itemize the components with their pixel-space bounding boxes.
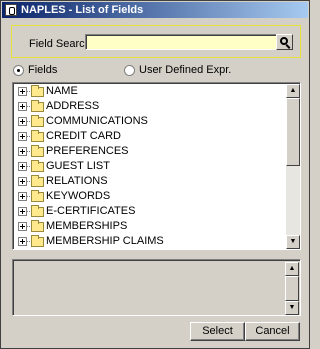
folder-icon <box>31 130 44 142</box>
tree-item[interactable]: CREDIT CARD <box>15 129 285 144</box>
list-of-fields-window: NAPLES - List of Fields Field Search Fie… <box>0 0 310 349</box>
folder-icon <box>31 175 44 187</box>
folder-icon <box>31 205 44 217</box>
tree-item-label: E-CERTIFICATES <box>46 205 136 217</box>
tree-item[interactable]: GUEST LIST <box>15 159 285 174</box>
fields-radio-label: Fields <box>28 64 58 76</box>
tree-item[interactable]: PREFERENCES <box>15 144 285 159</box>
tree-scrollbar[interactable]: ▲ ▼ <box>286 84 300 249</box>
expand-icon[interactable] <box>18 237 27 246</box>
description-scrollbar[interactable]: ▲ ▼ <box>285 262 299 315</box>
desc-scroll-thumb[interactable] <box>285 276 299 301</box>
tree-item[interactable]: ADDRESS <box>15 99 285 114</box>
desc-scroll-down-button[interactable]: ▼ <box>285 301 299 315</box>
folder-icon <box>31 220 44 232</box>
tree-item[interactable]: RELATIONS <box>15 174 285 189</box>
folder-icon <box>31 160 44 172</box>
tree-item[interactable]: KEYWORDS <box>15 189 285 204</box>
expand-icon[interactable] <box>18 177 27 186</box>
tree-item-label: KEYWORDS <box>46 190 111 202</box>
tree-item[interactable]: NAME <box>15 84 285 99</box>
folder-icon <box>31 235 44 247</box>
tree-item-label: MEMBERSHIP CLAIMS <box>46 235 164 247</box>
tree-item-label: MEMBERSHIPS <box>46 220 128 232</box>
tree-item[interactable]: COMMUNICATIONS <box>15 114 285 129</box>
field-search-label: Field Search <box>29 38 91 50</box>
expand-icon[interactable] <box>18 147 27 156</box>
field-search-input[interactable] <box>85 34 277 50</box>
user-defined-radio[interactable] <box>124 64 135 76</box>
cancel-button[interactable]: Cancel <box>245 322 300 341</box>
expand-icon[interactable] <box>18 87 27 96</box>
scroll-up-button[interactable]: ▲ <box>286 84 300 98</box>
expand-icon[interactable] <box>18 132 27 141</box>
field-search-group: Field Search <box>11 25 301 58</box>
tree-list: NAME ADDRESS COMMUNICATIONS CREDIT CARD PREF… <box>15 84 285 249</box>
expand-icon[interactable] <box>18 162 27 171</box>
tree-item[interactable]: E-CERTIFICATES <box>15 204 285 219</box>
expand-icon[interactable] <box>18 207 27 216</box>
fields-radio[interactable] <box>13 64 24 76</box>
fields-radio-option[interactable]: Fields <box>13 64 57 77</box>
tree-item-label: PREFERENCES <box>46 145 129 157</box>
folder-icon <box>31 100 44 112</box>
tree-item-label: CREDIT CARD <box>46 130 121 142</box>
tree-item-label: COMMUNICATIONS <box>46 115 148 127</box>
tree-item-label: ADDRESS <box>46 100 100 112</box>
tree-item-label: NAME <box>46 85 78 97</box>
folder-icon <box>31 190 44 202</box>
tree-item-label: RELATIONS <box>46 175 108 187</box>
tree-item-label: GUEST LIST <box>46 160 110 172</box>
user-defined-radio-option[interactable]: User Defined Expr. <box>124 64 231 77</box>
expand-icon[interactable] <box>18 222 27 231</box>
search-button[interactable] <box>276 34 293 50</box>
window-title: NAPLES - List of Fields <box>21 4 144 16</box>
scroll-thumb[interactable] <box>286 98 300 166</box>
expand-icon[interactable] <box>18 117 27 126</box>
tree-item[interactable]: MEMBERSHIPS <box>15 219 285 234</box>
desc-scroll-up-button[interactable]: ▲ <box>285 262 299 276</box>
title-bar[interactable]: NAPLES - List of Fields <box>2 2 308 18</box>
scroll-down-button[interactable]: ▼ <box>286 235 300 249</box>
expand-icon[interactable] <box>18 102 27 111</box>
description-box[interactable]: ▲ ▼ <box>12 259 301 316</box>
tree-item[interactable]: MEMBERSHIP CLAIMS <box>15 234 285 249</box>
select-button[interactable]: Select <box>190 322 245 341</box>
user-defined-radio-label: User Defined Expr. <box>139 64 232 76</box>
folder-icon <box>31 115 44 127</box>
fields-tree[interactable]: NAME ADDRESS COMMUNICATIONS CREDIT CARD PREF… <box>12 82 301 250</box>
folder-icon <box>31 145 44 157</box>
folder-icon <box>31 85 44 97</box>
expand-icon[interactable] <box>18 192 27 201</box>
app-icon <box>5 4 17 16</box>
